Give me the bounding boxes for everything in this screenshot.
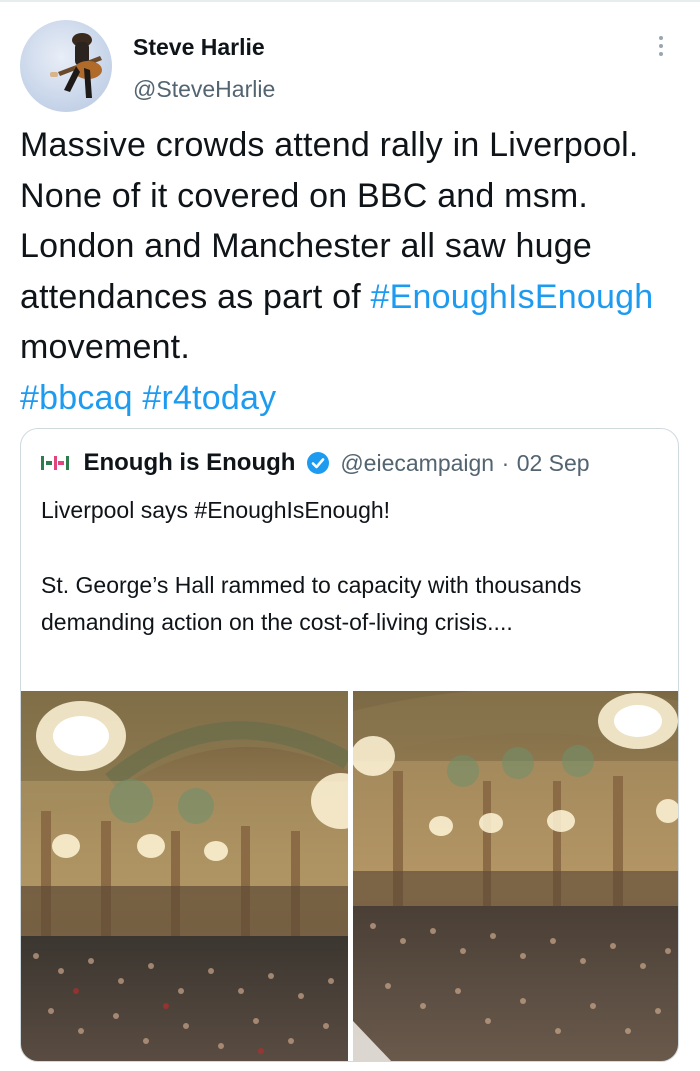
quoted-tweet-header: Enough is Enough @eiecampaign · 02 Sep <box>41 449 590 479</box>
author-handle[interactable]: @SteveHarlie <box>133 76 275 103</box>
photo-grid <box>21 691 678 1061</box>
quoted-author-name[interactable]: Enough is Enough <box>83 449 295 477</box>
more-options-icon[interactable] <box>656 36 666 62</box>
guitar-player-icon <box>50 33 102 98</box>
avatar[interactable] <box>20 20 112 112</box>
quoted-date[interactable]: 02 Sep <box>517 450 590 477</box>
tweet-text: Massive crowds attend rally in Liverpool… <box>20 120 685 423</box>
hashtag-link[interactable]: #EnoughIsEnough <box>371 278 654 316</box>
author-name[interactable]: Steve Harlie <box>133 34 265 61</box>
quoted-text-line: St. George’s Hall rammed to capacity wit… <box>41 571 582 636</box>
campaign-logo-icon <box>41 456 71 470</box>
hall-photo-2[interactable] <box>353 691 678 1061</box>
hashtag-link[interactable]: #bbcaq <box>20 379 133 417</box>
top-divider <box>0 0 700 2</box>
meta-separator: · <box>501 449 510 476</box>
quoted-author-handle[interactable]: @eiecampaign <box>340 450 494 477</box>
tweet-header: Steve Harlie @SteveHarlie <box>20 20 680 115</box>
quoted-tweet-text: Liverpool says #EnoughIsEnough! St. Geor… <box>41 492 661 642</box>
quoted-tweet[interactable]: Enough is Enough @eiecampaign · 02 Sep L… <box>20 428 679 1062</box>
verified-badge-icon <box>306 452 329 474</box>
tweet-text-part: movement. <box>20 328 190 366</box>
hashtag-link[interactable]: #r4today <box>142 379 276 417</box>
hall-photo-1[interactable] <box>21 691 348 1061</box>
quoted-text-line: Liverpool says #EnoughIsEnough! <box>41 497 391 523</box>
